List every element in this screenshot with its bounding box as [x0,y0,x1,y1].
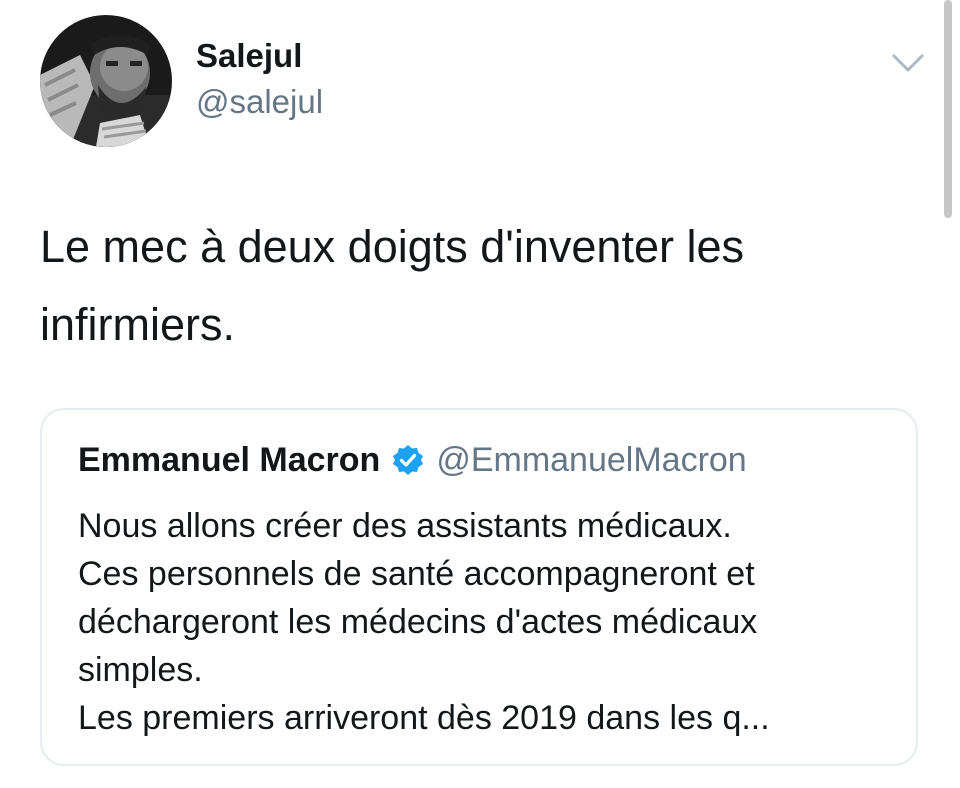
author-display-name[interactable]: Salejul [196,36,302,76]
verified-badge-icon [392,444,424,476]
quoted-author-name: Emmanuel Macron [78,441,381,479]
chevron-down-icon[interactable] [890,48,926,76]
quoted-tweet-line: Les premiers arriveront dès 2019 dans le… [78,699,770,737]
avatar[interactable] [40,15,172,147]
quoted-tweet-line: déchargeront les médecins d'actes médica… [78,603,758,641]
quoted-tweet-header: Emmanuel Macron @EmmanuelMacron [78,438,747,482]
author-handle[interactable]: @salejul [196,82,323,122]
quoted-tweet-line: simples. [78,651,203,689]
avatar-photo [40,15,172,147]
quoted-tweet-text: Nous allons créer des assistants médicau… [78,502,908,742]
quoted-tweet-line: Ces personnels de santé accompagneront e… [78,555,755,593]
quoted-tweet-card[interactable]: Emmanuel Macron @EmmanuelMacron Nous all… [40,408,918,766]
scrollbar[interactable] [944,0,952,218]
quoted-tweet-line: Nous allons créer des assistants médicau… [78,507,732,545]
quoted-author-handle: @EmmanuelMacron [436,441,747,479]
tweet-text: Le mec à deux doigts d'inventer les infi… [40,221,745,350]
